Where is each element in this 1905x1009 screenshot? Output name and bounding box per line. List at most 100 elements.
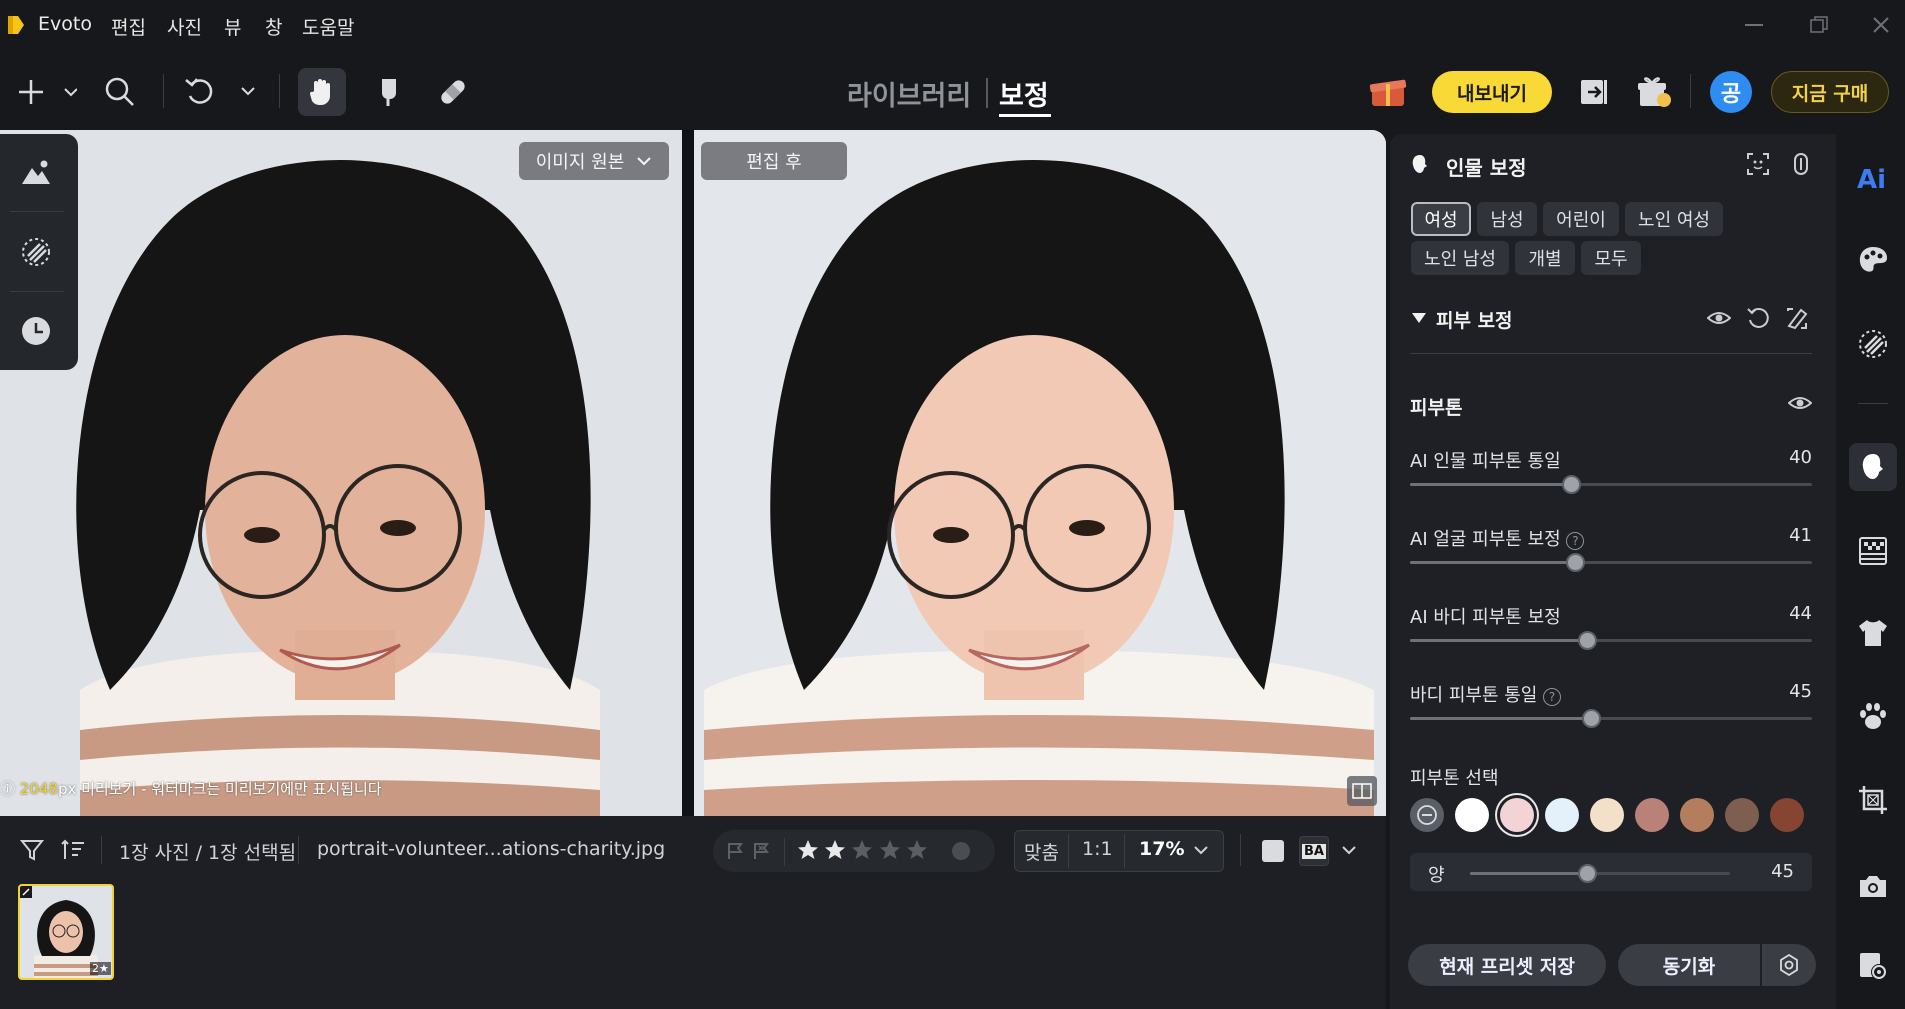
slider-body-tone-unify[interactable]: [1410, 709, 1812, 728]
visibility-eye-icon[interactable]: [1706, 306, 1732, 330]
chip-female[interactable]: 여성: [1411, 202, 1471, 236]
slider-handle[interactable]: [1565, 553, 1585, 572]
slider-handle[interactable]: [1561, 475, 1581, 494]
skin-tone-swatch[interactable]: [1680, 798, 1714, 832]
before-image[interactable]: [0, 130, 682, 816]
single-view-icon[interactable]: [1262, 840, 1284, 862]
face-detect-icon[interactable]: [1746, 152, 1770, 176]
close-button[interactable]: [1868, 14, 1894, 36]
history-clock-icon[interactable]: [14, 309, 58, 353]
skin-tone-swatch[interactable]: [1545, 798, 1579, 832]
chip-all[interactable]: 모두: [1581, 241, 1641, 275]
skin-tone-swatch[interactable]: [1725, 798, 1759, 832]
tab-edit[interactable]: 보정: [999, 74, 1049, 113]
file-name: portrait-volunteer...ations-charity.jpg: [317, 838, 666, 860]
no-tone-icon[interactable]: [1410, 798, 1444, 832]
menu-window[interactable]: 창: [265, 13, 282, 40]
skin-tone-swatch[interactable]: [1455, 798, 1489, 832]
slider-ai-portrait-tone[interactable]: [1410, 475, 1812, 494]
minimize-button[interactable]: [1741, 14, 1767, 36]
crop-icon[interactable]: [1853, 780, 1893, 820]
gift-icon[interactable]: [1636, 74, 1672, 110]
body-adjust-icon[interactable]: [1789, 151, 1813, 177]
star-rating[interactable]: [796, 838, 928, 864]
skin-tone-swatch[interactable]: [1770, 798, 1804, 832]
before-after-toggle[interactable]: BA: [1299, 836, 1329, 866]
one-to-one-button[interactable]: 1:1: [1082, 838, 1113, 860]
ai-icon[interactable]: Ai: [1853, 157, 1893, 197]
chip-child[interactable]: 어린이: [1543, 202, 1619, 236]
slider-handle[interactable]: [1577, 631, 1597, 650]
help-icon[interactable]: ?: [1566, 532, 1585, 550]
clothing-icon[interactable]: [1853, 613, 1893, 653]
reject-flag-icon[interactable]: [752, 841, 772, 861]
chip-male[interactable]: 남성: [1477, 202, 1537, 236]
help-icon[interactable]: ?: [1543, 688, 1562, 706]
split-view-icon[interactable]: [1347, 776, 1377, 806]
star-icon[interactable]: [905, 838, 928, 862]
search-icon[interactable]: [96, 68, 144, 116]
eraser-edit-icon[interactable]: [1785, 306, 1809, 330]
sign-in-icon[interactable]: [1578, 76, 1610, 108]
slider-handle[interactable]: [1581, 709, 1601, 728]
filter-icon[interactable]: [19, 838, 45, 862]
collapse-triangle-icon[interactable]: [1411, 310, 1427, 324]
flag-icon[interactable]: [726, 841, 746, 861]
skin-tone-swatch[interactable]: [1635, 798, 1669, 832]
add-button[interactable]: [10, 68, 80, 116]
background-icon[interactable]: [1853, 531, 1893, 571]
chevron-down-icon[interactable]: [1193, 843, 1209, 859]
sort-icon[interactable]: [60, 838, 86, 862]
star-icon[interactable]: [796, 838, 819, 862]
section-title[interactable]: 피부 보정: [1436, 306, 1513, 333]
bottom-divider: [1240, 834, 1241, 866]
fit-button[interactable]: 맞춤: [1024, 838, 1059, 865]
chip-elderly-female[interactable]: 노인 여성: [1625, 202, 1723, 236]
before-view-selector[interactable]: 이미지 원본: [519, 142, 669, 180]
compare-divider[interactable]: [682, 130, 694, 816]
menu-view[interactable]: 뷰: [224, 13, 241, 40]
plugin-settings-icon[interactable]: [1853, 946, 1893, 986]
hand-tool-icon[interactable]: [298, 68, 346, 116]
sync-button[interactable]: 동기화: [1618, 944, 1760, 986]
maximize-button[interactable]: [1806, 14, 1832, 36]
reset-icon[interactable]: [1746, 306, 1770, 330]
slider-handle[interactable]: [1578, 864, 1597, 883]
chevron-down-icon[interactable]: [1341, 843, 1357, 859]
export-button[interactable]: 내보내기: [1432, 71, 1552, 113]
slider-ai-face-tone[interactable]: [1410, 553, 1812, 572]
texture-icon[interactable]: [1853, 324, 1893, 364]
buy-now-button[interactable]: 지금 구매: [1771, 71, 1889, 113]
star-icon[interactable]: [878, 838, 901, 862]
chip-elderly-male[interactable]: 노인 남성: [1411, 241, 1509, 275]
color-label-dot[interactable]: [952, 842, 970, 860]
sync-settings-icon[interactable]: [1762, 944, 1816, 986]
visibility-eye-icon[interactable]: [1787, 391, 1813, 415]
menu-photo[interactable]: 사진: [167, 13, 202, 40]
camera-icon[interactable]: [1853, 866, 1893, 906]
zoom-level[interactable]: 17%: [1139, 838, 1184, 860]
after-image[interactable]: [694, 130, 1386, 816]
texture-icon[interactable]: [14, 230, 58, 274]
color-palette-icon[interactable]: [1853, 240, 1893, 280]
menu-edit[interactable]: 편집: [111, 13, 146, 40]
chip-individual[interactable]: 개별: [1515, 241, 1575, 275]
star-icon[interactable]: [850, 838, 873, 862]
slider-ai-body-tone[interactable]: [1410, 631, 1812, 650]
star-icon[interactable]: [823, 838, 846, 862]
undo-button[interactable]: [182, 68, 262, 116]
save-preset-button[interactable]: 현재 프리셋 저장: [1408, 944, 1606, 986]
skin-tone-swatch[interactable]: [1590, 798, 1624, 832]
skin-tone-swatch[interactable]: [1500, 798, 1534, 832]
menu-help[interactable]: 도움말: [302, 13, 354, 40]
landscape-icon[interactable]: [14, 150, 58, 194]
avatar[interactable]: 공: [1710, 71, 1752, 113]
portrait-retouch-icon[interactable]: [1849, 443, 1897, 491]
thumbnail-rating-badge: 2★: [90, 962, 111, 975]
bandage-tool-icon[interactable]: [429, 68, 477, 116]
gift-box-icon[interactable]: [1368, 72, 1408, 112]
pet-paw-icon[interactable]: [1853, 696, 1893, 736]
brush-tool-icon[interactable]: [364, 68, 412, 116]
tab-library[interactable]: 라이브러리: [847, 74, 971, 113]
amount-slider[interactable]: [1470, 864, 1730, 883]
